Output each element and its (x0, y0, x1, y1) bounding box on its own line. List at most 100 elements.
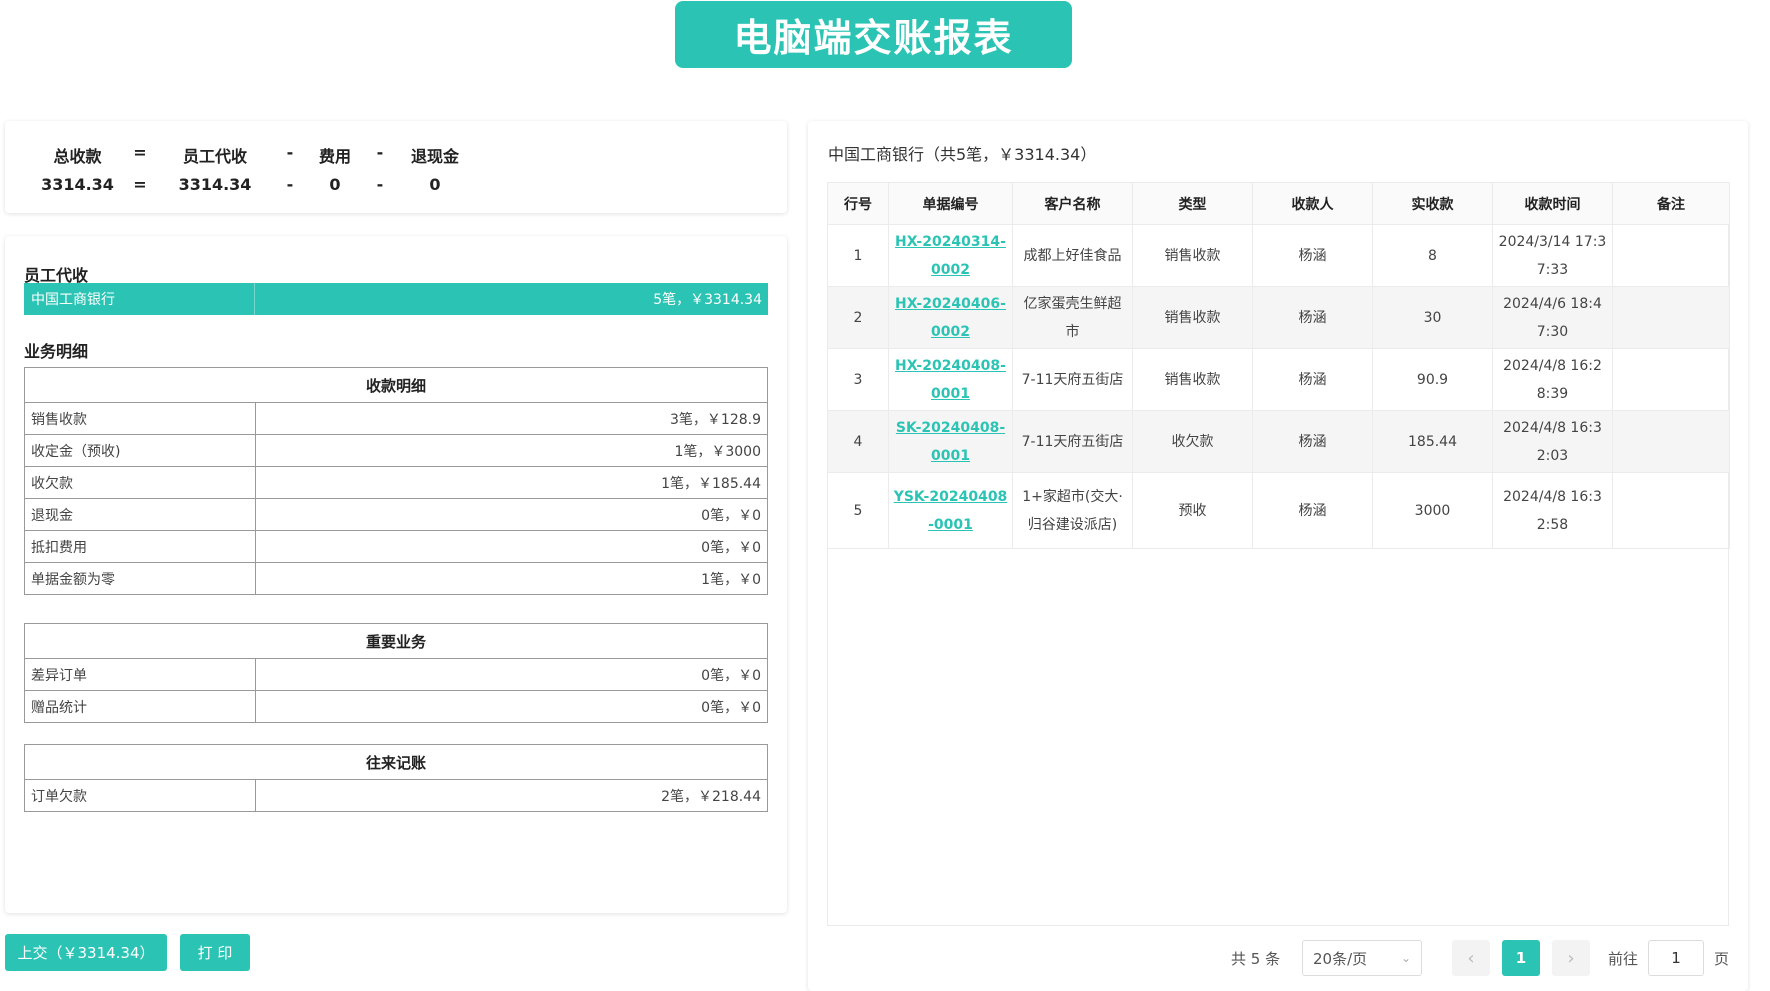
page-title: 电脑端交账报表 (675, 1, 1072, 68)
cell-amount: 90.9 (1372, 348, 1493, 411)
submit-button[interactable]: 上交（￥3314.34） (5, 934, 167, 971)
detail-row: 退现金 0笔，￥0 (24, 498, 768, 531)
page-size-select[interactable]: 20条/页 ⌄ (1302, 940, 1422, 976)
table-row[interactable]: 2 HX-20240406-0002 亿家蛋壳生鲜超市 销售收款 杨涵 30 2024/4/… (827, 286, 1730, 349)
column-header: 客户名称 (1012, 182, 1133, 225)
detail-label: 赠品统计 (24, 690, 256, 723)
document-number-link[interactable]: HX-20240406-0002 (895, 296, 1006, 340)
page-size-value: 20条/页 (1313, 949, 1368, 968)
summary-value: = (133, 175, 147, 194)
cell-customer: 成都上好佳食品 (1012, 224, 1133, 287)
detail-label: 收定金（预收) (24, 434, 256, 467)
cell-time: 2024/3/14 17:37:33 (1492, 224, 1613, 287)
detail-row: 收定金（预收) 1笔，￥3000 (24, 434, 768, 467)
document-number-link[interactable]: HX-20240314-0002 (895, 234, 1006, 278)
cell-no: 2 (827, 286, 889, 349)
detail-table-header: 收款明细 (24, 367, 768, 403)
detail-row: 赠品统计 0笔，￥0 (24, 690, 768, 723)
summary-card: 总收款 = 员工代收 - 费用 - 退现金 3314.34 = 3314.34 - 0 - 0 (5, 121, 787, 213)
detail-label: 订单欠款 (24, 779, 256, 812)
cell-amount: 8 (1372, 224, 1493, 287)
detail-row: 销售收款 3笔，￥128.9 (24, 402, 768, 435)
bank-total: 5笔，￥3314.34 (653, 292, 762, 308)
detail-value: 1笔，￥0 (255, 562, 768, 595)
detail-label: 抵扣费用 (24, 530, 256, 563)
detail-row: 差异订单 0笔，￥0 (24, 658, 768, 691)
table-row[interactable]: 3 HX-20240408-0001 7-11天府五街店 销售收款 杨涵 90.9 2024… (827, 348, 1730, 411)
column-header: 行号 (827, 182, 889, 225)
bank-summary-row[interactable]: 中国工商银行 5笔，￥3314.34 (24, 283, 768, 315)
detail-value: 0笔，￥0 (255, 690, 768, 723)
table-row[interactable]: 5 YSK-20240408-0001 1+家超市(交大·归谷建设派店) 预收 杨涵 30… (827, 472, 1730, 549)
cell-payee: 杨涵 (1252, 286, 1373, 349)
table-row[interactable]: 4 SK-20240408-0001 7-11天府五街店 收欠款 杨涵 185.44 202… (827, 410, 1730, 473)
detail-value: 0笔，￥0 (255, 498, 768, 531)
transaction-list-card: 中国工商银行（共5笔，￥3314.34） 行号 单据编号 客户名称 类型 收款人 实收款收… (808, 121, 1748, 991)
cell-note (1612, 472, 1730, 549)
summary-header: = (133, 143, 147, 162)
cell-doc: HX-20240314-0002 (888, 224, 1013, 287)
column-header: 备注 (1612, 182, 1730, 225)
cell-payee: 杨涵 (1252, 472, 1373, 549)
detail-label: 收欠款 (24, 466, 256, 499)
cell-customer: 7-11天府五街店 (1012, 410, 1133, 473)
summary-header: 员工代收 (182, 147, 247, 166)
detail-table-header: 往来记账 (24, 744, 768, 780)
column-header: 实收款 (1372, 182, 1493, 225)
chevron-down-icon: ⌄ (1400, 951, 1411, 965)
summary-value: - (286, 175, 294, 194)
cell-no: 4 (827, 410, 889, 473)
cell-payee: 杨涵 (1252, 348, 1373, 411)
cell-doc: YSK-20240408-0001 (888, 472, 1013, 549)
document-number-link[interactable]: SK-20240408-0001 (896, 420, 1005, 464)
document-number-link[interactable]: YSK-20240408-0001 (894, 489, 1008, 533)
chevron-left-icon: ‹ (1467, 947, 1475, 969)
summary-header: 费用 (318, 147, 351, 166)
summary-value: 0 (329, 175, 341, 194)
detail-label: 单据金额为零 (24, 562, 256, 595)
business-detail-card: 员工代收 中国工商银行 5笔，￥3314.34 业务明细 收款明细 销售收款 3笔，… (5, 236, 787, 913)
page-number-current[interactable]: 1 (1502, 940, 1540, 976)
cell-time: 2024/4/8 16:32:03 (1492, 410, 1613, 473)
bank-name: 中国工商银行 (24, 283, 255, 315)
page-jump: 前往 1 页 (1608, 940, 1729, 976)
cell-customer: 7-11天府五街店 (1012, 348, 1133, 411)
detail-value: 3笔，￥128.9 (255, 402, 768, 435)
summary-header: - (376, 143, 384, 162)
cell-no: 3 (827, 348, 889, 411)
detail-row: 单据金额为零 1笔，￥0 (24, 562, 768, 595)
next-page-button[interactable]: › (1552, 940, 1590, 976)
cell-customer: 亿家蛋壳生鲜超市 (1012, 286, 1133, 349)
cell-doc: SK-20240408-0001 (888, 410, 1013, 473)
cell-doc: HX-20240406-0002 (888, 286, 1013, 349)
cell-amount: 185.44 (1372, 410, 1493, 473)
detail-table: 重要业务 差异订单 0笔，￥0 赠品统计 0笔，￥0 (24, 623, 768, 723)
document-number-link[interactable]: HX-20240408-0001 (895, 358, 1006, 402)
table-row[interactable]: 1 HX-20240314-0002 成都上好佳食品 销售收款 杨涵 8 2024/3/14… (827, 224, 1730, 287)
summary-header: 总收款 (53, 147, 102, 166)
detail-label: 退现金 (24, 498, 256, 531)
summary-value: 0 (429, 175, 441, 194)
business-detail-title: 业务明细 (24, 342, 89, 361)
cell-type: 销售收款 (1132, 286, 1253, 349)
goto-page-input[interactable]: 1 (1648, 940, 1705, 976)
detail-value: 0笔，￥0 (255, 530, 768, 563)
cell-note (1612, 410, 1730, 473)
prev-page-button[interactable]: ‹ (1452, 940, 1490, 976)
detail-value: 1笔，￥185.44 (255, 466, 768, 499)
cell-amount: 30 (1372, 286, 1493, 349)
summary-formula: 总收款 = 员工代收 - 费用 - 退现金 3314.34 = 3314.34 - 0 - 0 (30, 143, 475, 194)
cell-no: 1 (827, 224, 889, 287)
page-suffix: 页 (1714, 949, 1730, 968)
transaction-table: 行号 单据编号 客户名称 类型 收款人 实收款 收款时间 备注 1 HX-20240314-00… (827, 182, 1730, 549)
detail-value: 0笔，￥0 (255, 658, 768, 691)
summary-header: 退现金 (410, 147, 459, 166)
detail-row: 收欠款 1笔，￥185.44 (24, 466, 768, 499)
summary-value: 3314.34 (41, 175, 114, 194)
cell-payee: 杨涵 (1252, 224, 1373, 287)
detail-row: 抵扣费用 0笔，￥0 (24, 530, 768, 563)
column-header: 收款时间 (1492, 182, 1613, 225)
cell-type: 预收 (1132, 472, 1253, 549)
detail-value: 2笔，￥218.44 (255, 779, 768, 812)
print-button[interactable]: 打 印 (180, 934, 250, 971)
